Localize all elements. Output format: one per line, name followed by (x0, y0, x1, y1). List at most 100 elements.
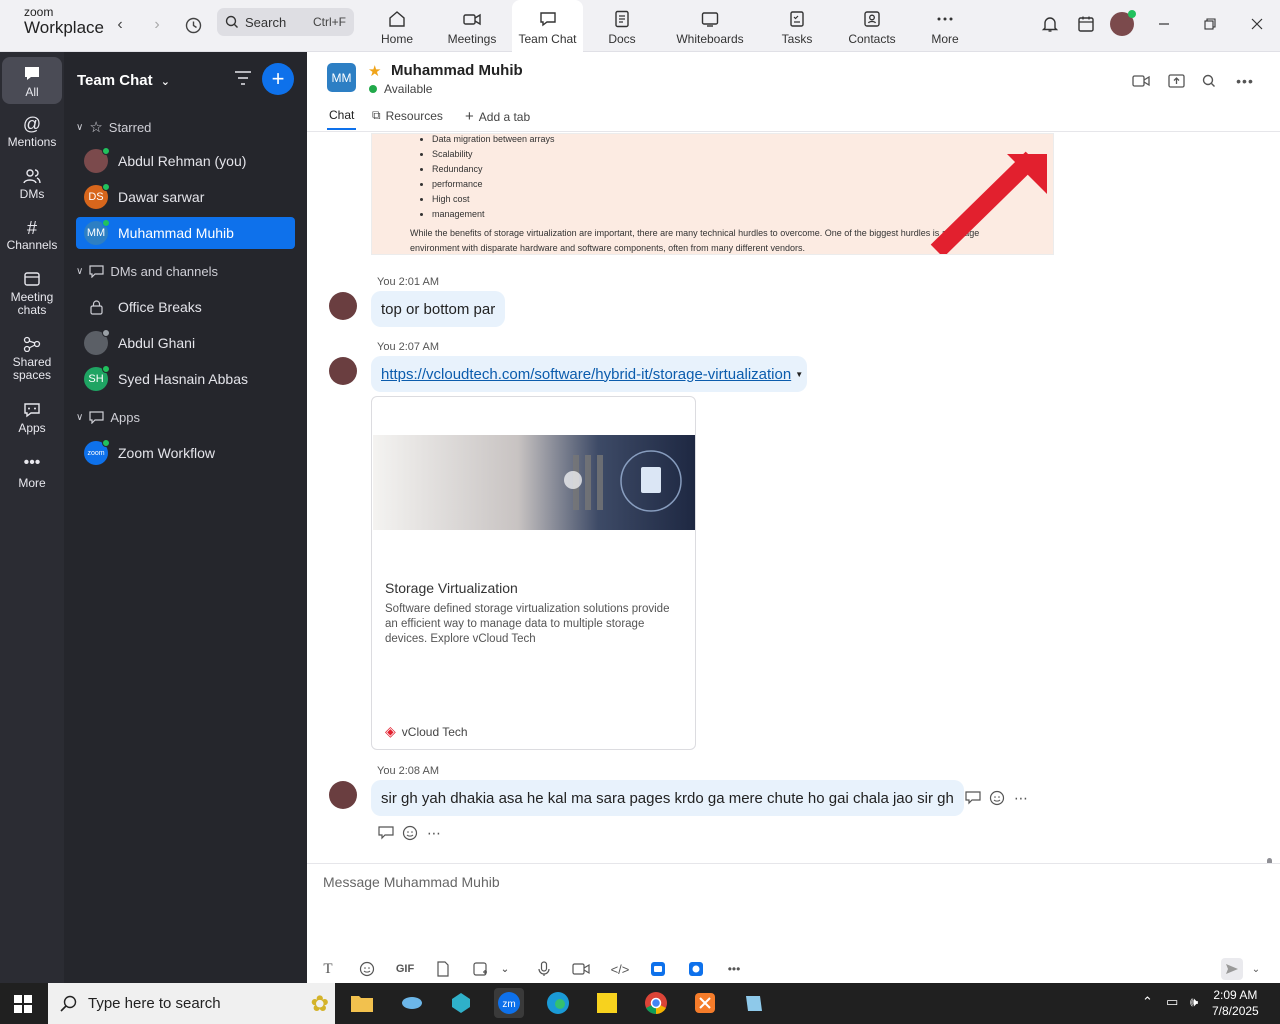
rail-meeting-chats[interactable]: Meeting chats (2, 271, 62, 323)
message-composer[interactable]: Message Muhammad Muhib T GIF ⌄ </> ••• ⌄ (307, 863, 1280, 983)
tab-contacts[interactable]: Contacts (846, 0, 898, 52)
volume-icon[interactable]: 🕪 (1190, 994, 1198, 1010)
profile-avatar[interactable] (1110, 10, 1136, 36)
sticky-notes-icon[interactable] (592, 988, 622, 1018)
more-actions-icon[interactable]: ⋯ (1011, 788, 1031, 808)
bell-icon[interactable] (1038, 12, 1062, 36)
app-icon[interactable] (446, 988, 476, 1018)
rail-apps[interactable]: Apps (2, 402, 62, 442)
sender-avatar[interactable] (329, 292, 357, 320)
new-chat-button[interactable]: + (262, 63, 294, 95)
chevron-down-icon[interactable]: ⌄ (494, 958, 516, 980)
section-dms-and-channels[interactable]: ∨ DMs and channels (76, 264, 218, 279)
xampp-icon[interactable] (690, 988, 720, 1018)
message-timestamp: You 2:07 AM (377, 341, 439, 353)
file-icon[interactable] (432, 958, 454, 980)
rail-channels[interactable]: # Channels (2, 219, 62, 259)
app-blue-icon[interactable] (647, 958, 669, 980)
filter-icon[interactable] (234, 70, 252, 91)
share-screen-icon[interactable] (1165, 70, 1187, 92)
close-icon[interactable] (1245, 12, 1269, 36)
edge-browser-icon[interactable] (543, 988, 573, 1018)
tab-home[interactable]: Home (375, 0, 419, 52)
sidebar-item-abdul-rehman[interactable]: Abdul Rehman (you) (76, 145, 295, 177)
message-bubble[interactable]: top or bottom par (371, 291, 506, 327)
tab-docs[interactable]: Docs (603, 0, 641, 52)
rail-all[interactable]: All (2, 57, 62, 104)
zoom-app-icon[interactable]: zm (494, 988, 524, 1018)
sidebar-item-office-breaks[interactable]: Office Breaks (76, 291, 295, 323)
rail-dms[interactable]: DMs (2, 168, 62, 208)
message-link[interactable]: https://vcloudtech.com/software/hybrid-i… (381, 366, 791, 383)
restore-icon[interactable] (1198, 12, 1222, 36)
rail-more[interactable]: ••• More (2, 455, 62, 495)
message-bubble[interactable]: sir gh yah dhakia asa he kal ma sara pag… (371, 780, 964, 816)
reply-icon[interactable] (963, 788, 983, 808)
more-options-icon[interactable]: ••• (1234, 70, 1256, 92)
emoji-reaction-icon[interactable] (987, 788, 1007, 808)
emoji-icon[interactable] (356, 958, 378, 980)
message-bubble[interactable]: https://vcloudtech.com/software/hybrid-i… (371, 356, 808, 392)
network-icon[interactable]: ▭ (1166, 994, 1178, 1010)
tab-chat[interactable]: Chat (326, 108, 357, 130)
sidebar-item-abdul-ghani[interactable]: Abdul Ghani (76, 327, 295, 359)
link-preview-card[interactable]: Storage Virtualization Software defined … (371, 396, 696, 750)
forward-arrow-icon[interactable]: › (145, 13, 169, 37)
back-arrow-icon[interactable]: ‹ (108, 13, 132, 37)
sidebar-item-zoom-workflow[interactable]: zoom Zoom Workflow (76, 437, 295, 469)
left-rail: All @ Mentions DMs # Channels Meeting ch… (0, 52, 64, 983)
sidebar-item-dawar-sarwar[interactable]: DS Dawar sarwar (76, 181, 295, 213)
screenshot-icon[interactable] (469, 958, 491, 980)
tab-meetings[interactable]: Meetings (444, 0, 500, 52)
rail-shared-spaces[interactable]: Shared spaces (2, 336, 62, 388)
chevron-up-icon[interactable]: ⌃ (1142, 994, 1153, 1010)
reply-icon[interactable] (376, 823, 396, 843)
tab-tasks[interactable]: Tasks (777, 0, 817, 52)
search-icon[interactable] (1198, 70, 1220, 92)
gif-button[interactable]: GIF (394, 958, 416, 980)
shared-image[interactable]: Data migration between arrays Scalabilit… (371, 133, 1054, 255)
history-icon[interactable] (181, 13, 205, 37)
rail-mentions[interactable]: @ Mentions (2, 114, 62, 156)
video-call-icon[interactable] (1130, 70, 1152, 92)
sidebar-title[interactable]: Team Chat ⌄ (77, 72, 170, 89)
chevron-down-icon[interactable]: ⌄ (1245, 958, 1267, 980)
emoji-reaction-icon[interactable] (400, 823, 420, 843)
caret-down-icon[interactable]: ▼ (795, 370, 803, 379)
video-message-icon[interactable] (570, 958, 592, 980)
more-actions-icon[interactable]: ⋯ (424, 823, 444, 843)
file-explorer-icon[interactable] (347, 988, 377, 1018)
app-icon[interactable] (739, 988, 769, 1018)
link-preview-description: Software defined storage virtualization … (385, 603, 670, 645)
tab-team-chat[interactable]: Team Chat (512, 0, 583, 52)
microphone-icon[interactable] (533, 958, 555, 980)
app-icon[interactable] (397, 988, 427, 1018)
sender-avatar[interactable] (329, 781, 357, 809)
contact-name[interactable]: Muhammad Muhib (391, 62, 523, 79)
tab-resources[interactable]: ⧉ Resources (372, 108, 443, 123)
send-icon[interactable] (1221, 958, 1243, 980)
message-input-placeholder[interactable]: Message Muhammad Muhib (323, 874, 500, 890)
sidebar-item-muhammad-muhib[interactable]: MM Muhammad Muhib (76, 217, 295, 249)
calendar-icon[interactable] (1074, 12, 1098, 36)
sidebar-item-syed-hasnain-abbas[interactable]: SH Syed Hasnain Abbas (76, 363, 295, 395)
star-filled-icon[interactable]: ★ (368, 62, 381, 80)
more-tools-icon[interactable]: ••• (723, 958, 745, 980)
code-snippet-icon[interactable]: </> (609, 958, 631, 980)
sender-avatar[interactable] (329, 357, 357, 385)
tab-more[interactable]: More (927, 0, 963, 52)
taskbar-clock[interactable]: 2:09 AM 7/8/2025 (1212, 987, 1259, 1019)
section-apps[interactable]: ∨ Apps (76, 410, 140, 425)
search-box[interactable]: Search Ctrl+F (217, 8, 354, 36)
tab-add[interactable]: + Add a tab (465, 108, 530, 125)
chrome-browser-icon[interactable] (641, 988, 671, 1018)
tab-whiteboards[interactable]: Whiteboards (670, 0, 750, 52)
windows-start-icon[interactable] (14, 995, 32, 1013)
text-format-icon[interactable]: T (317, 958, 339, 980)
minimize-icon[interactable] (1152, 12, 1176, 36)
app-zoom-icon[interactable] (685, 958, 707, 980)
taskbar-search[interactable]: Type here to search ✿ (48, 983, 335, 1024)
contact-avatar[interactable]: MM (327, 63, 356, 92)
section-starred[interactable]: ∨ ☆ Starred (76, 118, 151, 136)
presence-status: Available (369, 82, 432, 96)
